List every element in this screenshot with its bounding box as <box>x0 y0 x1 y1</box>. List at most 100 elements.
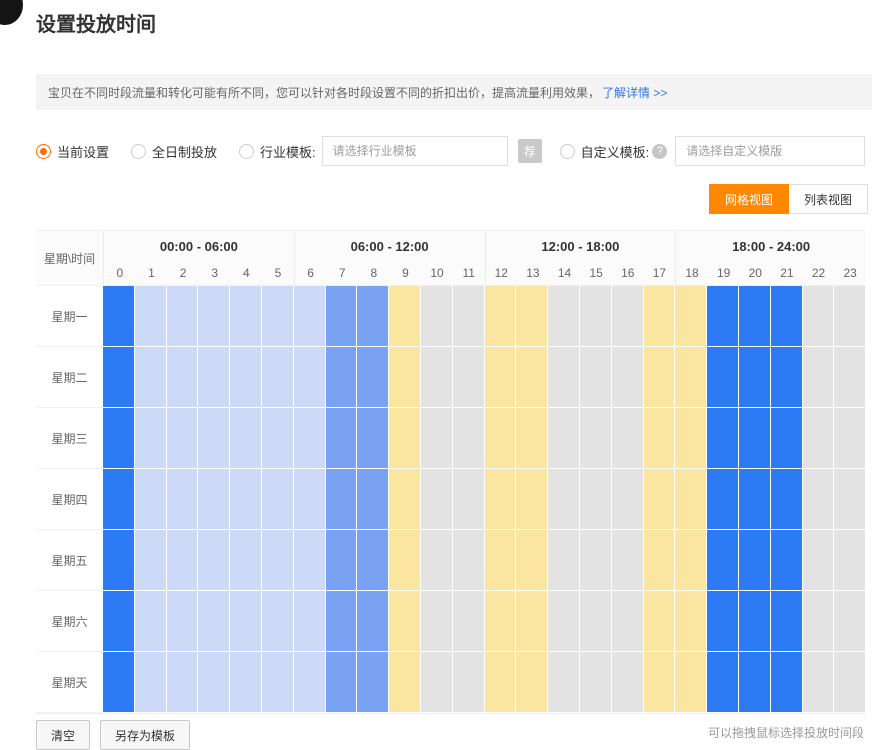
schedule-cell[interactable] <box>230 347 262 408</box>
schedule-cell[interactable] <box>644 652 676 713</box>
schedule-cell[interactable] <box>548 530 580 591</box>
schedule-cell[interactable] <box>644 530 676 591</box>
schedule-cell[interactable] <box>326 286 358 347</box>
schedule-cell[interactable] <box>675 347 707 408</box>
custom-template-input[interactable] <box>675 136 865 166</box>
schedule-cell[interactable] <box>771 530 803 591</box>
schedule-cell[interactable] <box>675 408 707 469</box>
schedule-cell[interactable] <box>580 408 612 469</box>
schedule-cell[interactable] <box>771 469 803 530</box>
schedule-cell[interactable] <box>453 408 485 469</box>
schedule-cell[interactable] <box>198 286 230 347</box>
schedule-cell[interactable] <box>389 652 421 713</box>
schedule-cell[interactable] <box>230 591 262 652</box>
schedule-cell[interactable] <box>803 286 835 347</box>
schedule-cell[interactable] <box>485 530 517 591</box>
schedule-cell[interactable] <box>453 469 485 530</box>
schedule-cell[interactable] <box>103 652 135 713</box>
schedule-cell[interactable] <box>357 286 389 347</box>
schedule-cell[interactable] <box>803 652 835 713</box>
schedule-cell[interactable] <box>485 652 517 713</box>
schedule-cell[interactable] <box>516 286 548 347</box>
schedule-cell[interactable] <box>580 469 612 530</box>
schedule-cell[interactable] <box>326 591 358 652</box>
schedule-cell[interactable] <box>739 347 771 408</box>
schedule-cell[interactable] <box>262 286 294 347</box>
schedule-cell[interactable] <box>453 286 485 347</box>
schedule-cell[interactable] <box>198 652 230 713</box>
schedule-cell[interactable] <box>167 652 199 713</box>
schedule-cell[interactable] <box>612 469 644 530</box>
schedule-cell[interactable] <box>771 347 803 408</box>
schedule-cell[interactable] <box>103 469 135 530</box>
schedule-cell[interactable] <box>675 286 707 347</box>
schedule-cell[interactable] <box>167 347 199 408</box>
schedule-cell[interactable] <box>834 408 866 469</box>
schedule-cell[interactable] <box>167 469 199 530</box>
schedule-cell[interactable] <box>548 652 580 713</box>
schedule-cell[interactable] <box>707 408 739 469</box>
schedule-cell[interactable] <box>389 286 421 347</box>
schedule-cell[interactable] <box>834 286 866 347</box>
schedule-cell[interactable] <box>675 652 707 713</box>
schedule-cell[interactable] <box>357 347 389 408</box>
schedule-cell[interactable] <box>230 286 262 347</box>
schedule-cell[interactable] <box>262 591 294 652</box>
schedule-cell[interactable] <box>707 347 739 408</box>
schedule-cell[interactable] <box>167 530 199 591</box>
schedule-cell[interactable] <box>294 652 326 713</box>
schedule-cell[interactable] <box>421 530 453 591</box>
schedule-cell[interactable] <box>357 408 389 469</box>
schedule-cell[interactable] <box>707 530 739 591</box>
schedule-cell[interactable] <box>103 347 135 408</box>
schedule-cell[interactable] <box>580 347 612 408</box>
schedule-cell[interactable] <box>453 652 485 713</box>
schedule-cell[interactable] <box>834 530 866 591</box>
schedule-cell[interactable] <box>834 347 866 408</box>
schedule-cell[interactable] <box>834 591 866 652</box>
schedule-cell[interactable] <box>739 652 771 713</box>
schedule-cell[interactable] <box>707 591 739 652</box>
schedule-cell[interactable] <box>612 286 644 347</box>
schedule-cell[interactable] <box>389 469 421 530</box>
schedule-cell[interactable] <box>103 286 135 347</box>
schedule-cell[interactable] <box>294 591 326 652</box>
schedule-cell[interactable] <box>389 530 421 591</box>
schedule-cell[interactable] <box>421 347 453 408</box>
schedule-cell[interactable] <box>516 652 548 713</box>
schedule-cell[interactable] <box>803 591 835 652</box>
schedule-cell[interactable] <box>421 408 453 469</box>
schedule-cell[interactable] <box>548 286 580 347</box>
schedule-cell[interactable] <box>135 286 167 347</box>
schedule-cell[interactable] <box>707 652 739 713</box>
learn-more-link[interactable]: 了解详情 >> <box>602 84 667 101</box>
schedule-cell[interactable] <box>485 347 517 408</box>
schedule-cell[interactable] <box>198 530 230 591</box>
schedule-cell[interactable] <box>548 408 580 469</box>
schedule-cell[interactable] <box>421 286 453 347</box>
schedule-cell[interactable] <box>167 286 199 347</box>
schedule-cell[interactable] <box>198 469 230 530</box>
schedule-cell[interactable] <box>103 408 135 469</box>
schedule-cell[interactable] <box>389 591 421 652</box>
schedule-cell[interactable] <box>326 347 358 408</box>
schedule-cell[interactable] <box>230 652 262 713</box>
schedule-cell[interactable] <box>326 530 358 591</box>
help-icon[interactable]: ? <box>652 144 667 159</box>
schedule-cell[interactable] <box>516 530 548 591</box>
schedule-cell[interactable] <box>771 652 803 713</box>
schedule-cell[interactable] <box>230 469 262 530</box>
schedule-cell[interactable] <box>262 347 294 408</box>
schedule-cell[interactable] <box>644 469 676 530</box>
schedule-cell[interactable] <box>421 591 453 652</box>
schedule-cell[interactable] <box>294 347 326 408</box>
schedule-cell[interactable] <box>834 652 866 713</box>
list-view-button[interactable]: 列表视图 <box>789 184 868 214</box>
industry-template-input[interactable] <box>322 136 508 166</box>
schedule-cell[interactable] <box>516 347 548 408</box>
schedule-cell[interactable] <box>294 530 326 591</box>
schedule-cell[interactable] <box>198 408 230 469</box>
schedule-cell[interactable] <box>516 408 548 469</box>
schedule-cell[interactable] <box>453 530 485 591</box>
schedule-cell[interactable] <box>548 591 580 652</box>
